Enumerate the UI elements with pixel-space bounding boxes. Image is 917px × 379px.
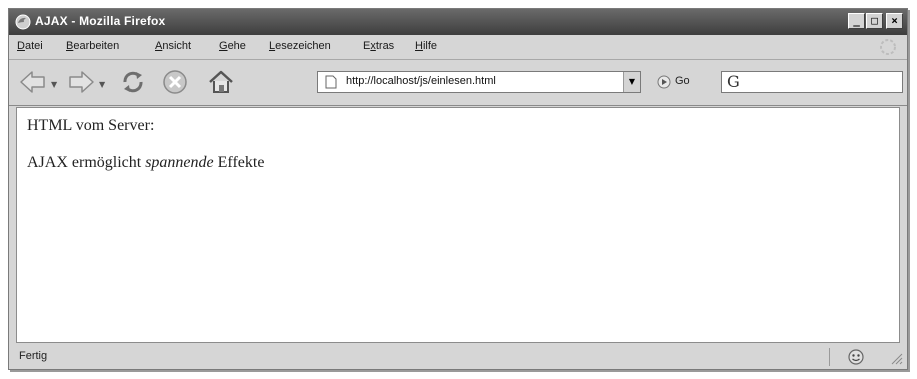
menu-extras[interactable]: Extras — [363, 40, 394, 52]
go-icon[interactable] — [657, 75, 671, 89]
page-icon — [325, 75, 337, 89]
home-icon[interactable] — [205, 66, 237, 98]
search-bar[interactable]: G — [721, 71, 903, 93]
page-content: HTML vom Server: AJAX ermöglicht spannen… — [16, 107, 900, 343]
back-dropdown-icon[interactable]: ▼ — [51, 80, 57, 89]
firefox-icon — [15, 14, 31, 30]
navigation-toolbar: ▼ ▼ http://localhost/js/einlesen.html ▼ — [9, 60, 907, 106]
url-bar[interactable]: http://localhost/js/einlesen.html ▼ — [317, 71, 641, 93]
title-bar[interactable]: AJAX - Mozilla Firefox _ □ × — [9, 9, 907, 35]
menu-datei[interactable]: Datei — [17, 40, 43, 52]
go-button-label[interactable]: Go — [675, 75, 690, 87]
status-icon[interactable] — [847, 348, 865, 366]
server-html-line: AJAX ermöglicht spannende Effekte — [27, 154, 265, 171]
forward-arrow-icon[interactable] — [65, 66, 97, 98]
emphasis-text: spannende — [145, 154, 214, 171]
menu-gehe[interactable]: Gehe — [219, 40, 246, 52]
status-bar: Fertig — [9, 345, 907, 369]
forward-dropdown-icon[interactable]: ▼ — [99, 80, 105, 89]
menu-bar: Datei Bearbeiten Ansicht Gehe Lesezeiche… — [9, 35, 907, 60]
window-title: AJAX - Mozilla Firefox — [35, 14, 166, 28]
resize-grip-icon[interactable] — [891, 353, 903, 365]
url-text[interactable]: http://localhost/js/einlesen.html — [346, 75, 496, 87]
search-engine-icon[interactable]: G — [727, 72, 740, 91]
stop-icon[interactable] — [159, 66, 191, 98]
status-text: Fertig — [19, 350, 48, 362]
menu-hilfe[interactable]: Hilfe — [415, 40, 437, 52]
throbber-icon — [880, 39, 896, 55]
minimize-button[interactable]: _ — [848, 13, 865, 29]
reload-icon[interactable] — [117, 66, 149, 98]
back-arrow-icon[interactable] — [17, 66, 49, 98]
menu-bearbeiten[interactable]: Bearbeiten — [66, 40, 119, 52]
status-divider — [829, 348, 830, 366]
menu-ansicht[interactable]: Ansicht — [155, 40, 191, 52]
menu-lesezeichen[interactable]: Lesezeichen — [269, 40, 331, 52]
browser-window: AJAX - Mozilla Firefox _ □ × Datei Bearb… — [8, 8, 908, 370]
url-dropdown-button[interactable]: ▼ — [623, 72, 640, 92]
maximize-button[interactable]: □ — [866, 13, 883, 29]
heading-line: HTML vom Server: — [27, 117, 155, 134]
close-button[interactable]: × — [886, 13, 903, 29]
